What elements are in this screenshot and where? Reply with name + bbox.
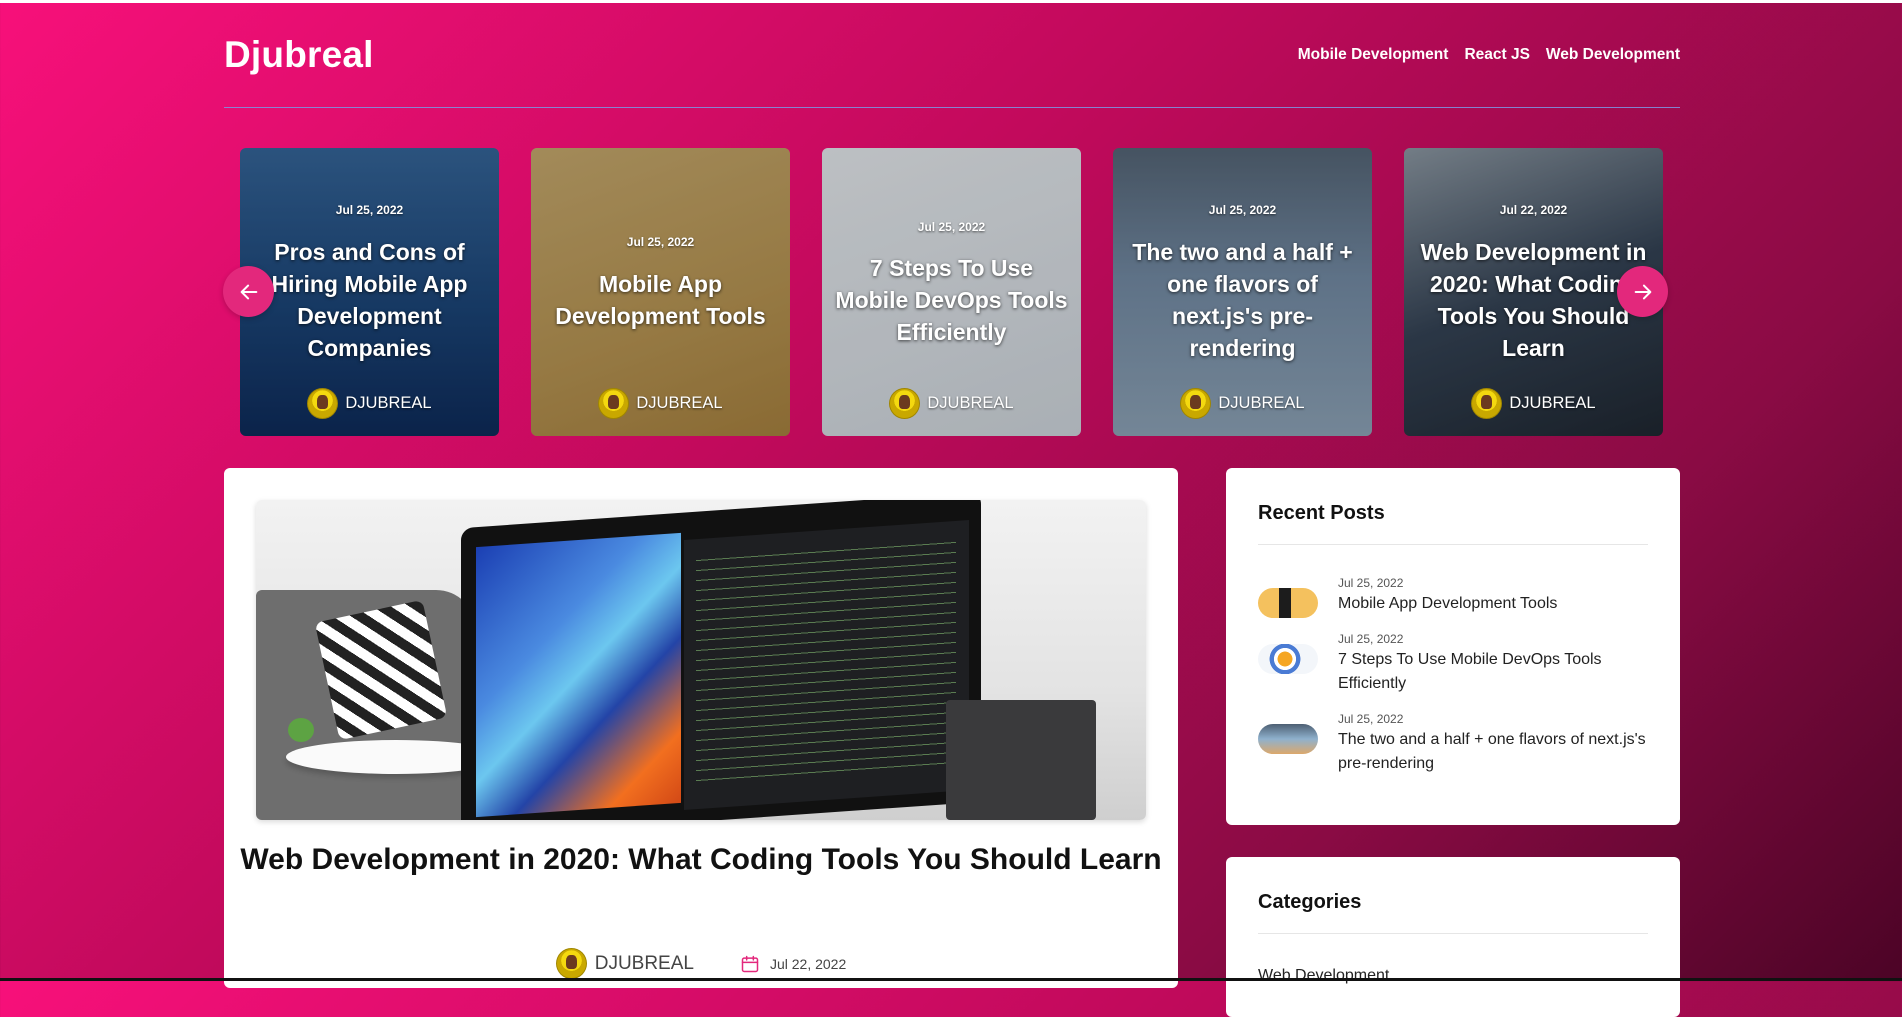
recent-posts-heading: Recent Posts [1258,502,1385,524]
recent-posts-widget: Recent Posts Jul 25, 2022 Mobile App Dev… [1226,468,1680,825]
carousel-prev-button[interactable] [223,266,274,317]
carousel-card[interactable]: Jul 25, 2022 Mobile App Development Tool… [531,148,790,436]
image-code-lines [696,535,956,785]
carousel-card[interactable]: Jul 25, 2022 7 Steps To Use Mobile DevOp… [822,148,1081,436]
recent-post-date: Jul 25, 2022 [1338,712,1404,726]
nav-mobile-development[interactable]: Mobile Development [1298,46,1449,64]
avatar [598,388,630,419]
avatar [889,388,921,419]
card-date: Jul 22, 2022 [1499,203,1568,217]
image-laptop [946,700,1096,820]
card-title: The two and a half + one flavors of next… [1132,239,1353,361]
card-author: DJUBREAL [240,388,499,419]
arrow-right-icon [1634,284,1651,299]
card-author-name: DJUBREAL [636,394,723,412]
card-date: Jul 25, 2022 [626,235,695,249]
recent-post-item[interactable]: Jul 25, 2022 The two and a half + one fl… [1258,712,1658,776]
post-date-wrap: Jul 22, 2022 [740,954,846,974]
post-card: Web Development in 2020: What Coding Too… [224,468,1178,988]
card-date: Jul 25, 2022 [917,220,986,234]
categories-heading: Categories [1258,891,1362,913]
recent-post-item[interactable]: Jul 25, 2022 Mobile App Development Tool… [1258,576,1658,618]
carousel-card[interactable]: Jul 25, 2022 Pros and Cons of Hiring Mob… [240,148,499,436]
arrow-left-icon [240,284,257,299]
card-title: Pros and Cons of Hiring Mobile App Devel… [271,239,468,361]
avatar [307,388,339,419]
card-title: Mobile App Development Tools [555,271,766,329]
site-logo[interactable]: Djubreal [224,34,374,76]
card-author: DJUBREAL [1113,388,1372,419]
widget-divider [1258,544,1648,545]
categories-widget: Categories Web Development [1226,857,1680,1017]
card-author-name: DJUBREAL [1509,394,1596,412]
post-featured-image[interactable] [256,500,1146,820]
main-nav: Mobile Development React JS Web Developm… [1298,46,1680,64]
recent-post-title[interactable]: The two and a half + one flavors of next… [1338,728,1658,776]
header-divider [224,107,1680,108]
recent-post-title[interactable]: 7 Steps To Use Mobile DevOps Tools Effic… [1338,648,1658,696]
card-author: DJUBREAL [822,388,1081,419]
card-title: 7 Steps To Use Mobile DevOps Tools Effic… [835,255,1068,345]
card-author-name: DJUBREAL [345,394,432,412]
recent-post-date: Jul 25, 2022 [1338,576,1404,590]
nav-web-development[interactable]: Web Development [1546,46,1680,64]
top-border [0,0,1902,3]
recent-post-title[interactable]: Mobile App Development Tools [1338,592,1557,616]
image-plant [288,718,314,742]
image-screen-wallpaper [476,532,681,818]
card-title: Web Development in 2020: What Coding Too… [1420,239,1647,361]
nav-react-js[interactable]: React JS [1464,46,1529,64]
card-date: Jul 25, 2022 [1208,203,1277,217]
recent-post-date: Jul 25, 2022 [1338,632,1404,646]
recent-post-thumbnail [1258,644,1318,674]
card-author: DJUBREAL [1404,388,1663,419]
recent-post-thumbnail [1258,724,1318,754]
carousel-next-button[interactable] [1617,266,1668,317]
card-author: DJUBREAL [531,388,790,419]
calendar-icon [741,955,759,972]
recent-post-item[interactable]: Jul 25, 2022 7 Steps To Use Mobile DevOp… [1258,632,1658,696]
card-author-name: DJUBREAL [927,394,1014,412]
avatar [555,948,587,979]
recent-post-thumbnail [1258,588,1318,618]
card-author-name: DJUBREAL [1218,394,1305,412]
avatar [1180,388,1212,419]
post-date: Jul 22, 2022 [769,955,847,972]
card-date: Jul 25, 2022 [335,203,404,217]
carousel-card[interactable]: Jul 25, 2022 The two and a half + one fl… [1113,148,1372,436]
post-author[interactable]: DJUBREAL [595,953,694,975]
avatar [1471,388,1503,419]
post-title[interactable]: Web Development in 2020: What Coding Too… [224,842,1178,878]
category-web-development[interactable]: Web Development [1258,967,1389,985]
post-meta: DJUBREAL Jul 22, 2022 [224,948,1178,979]
widget-divider [1258,933,1648,934]
